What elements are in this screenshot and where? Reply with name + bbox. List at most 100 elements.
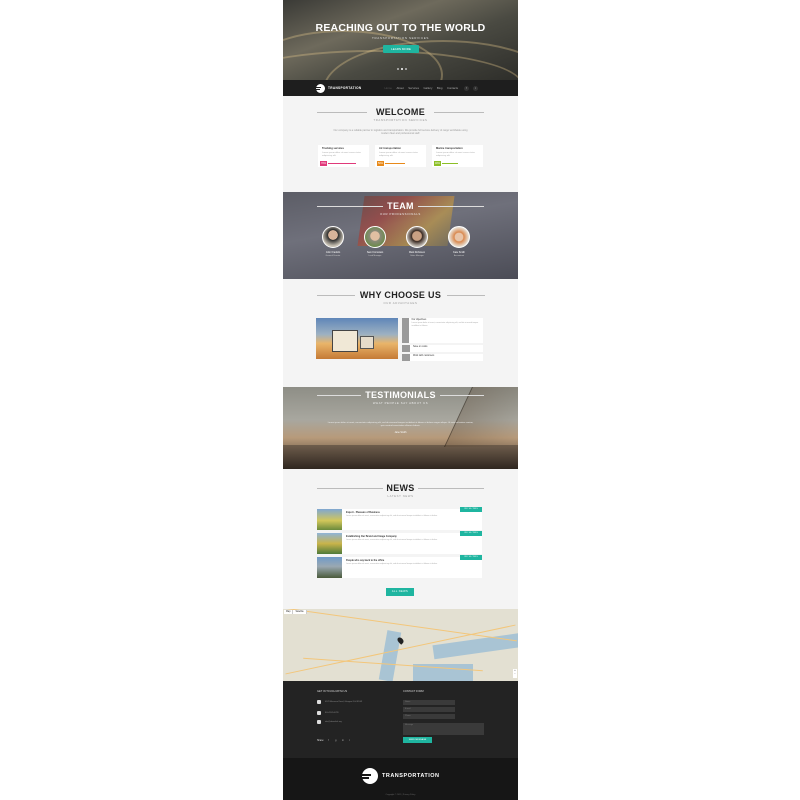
footer-logo[interactable]: TRANSPORTATION	[361, 768, 440, 784]
news-item[interactable]: Establishing Our Brand and Image Company…	[317, 531, 482, 554]
slider-dot[interactable]	[401, 68, 403, 70]
nav-item-about[interactable]: About	[396, 86, 403, 90]
nav-item-blog[interactable]: Blog	[437, 86, 443, 90]
advantage-item[interactable]: Save on costs	[402, 345, 483, 352]
advantage-label: Save on costs	[413, 346, 428, 348]
team-member[interactable]: John Franklin General Director	[321, 226, 345, 257]
title-divider	[317, 488, 383, 489]
news-item-text: Lorem ipsum dolor sit amet, consectetur …	[346, 563, 438, 565]
title-divider	[434, 112, 484, 113]
mail-icon	[317, 720, 321, 724]
news-thumbnail[interactable]	[317, 509, 342, 530]
news-thumbnail[interactable]	[317, 533, 342, 554]
location-map[interactable]: Map Satellite + −	[283, 609, 518, 681]
address-text: 4578 Marmora Road, Glasgow D04 89GR	[325, 700, 363, 703]
why-choose-us-section: WHY CHOOSE US OUR ADVANTAGES Our objecti…	[283, 279, 518, 387]
advantage-icon	[402, 354, 410, 361]
progress-bar	[328, 162, 356, 164]
google-plus-icon[interactable]: g	[335, 739, 338, 742]
all-news-button[interactable]: ALL NEWS	[386, 588, 414, 596]
card-text: Lorem ipsum dolor sit amet conse ctetur …	[322, 151, 361, 157]
welcome-section: WELCOME TRANSPORTATION SERVICES Our comp…	[283, 96, 518, 192]
welcome-subtitle: TRANSPORTATION SERVICES	[373, 118, 428, 122]
message-field[interactable]: Message	[403, 723, 484, 735]
facebook-icon[interactable]: f	[464, 85, 470, 91]
hero-subtitle: TRANSPORTATION SERVICES	[372, 36, 429, 40]
footer-logo-text: TRANSPORTATION	[382, 773, 440, 779]
service-card: Air transportation Lorem ipsum dolor sit…	[375, 144, 426, 167]
news-item-title[interactable]: Export - Pleasure of Business	[346, 511, 478, 514]
map-type-control: Map Satellite	[284, 610, 307, 614]
card-text: Lorem ipsum dolor sit amet conse ctetur …	[379, 151, 418, 157]
zoom-control[interactable]: + −	[513, 669, 517, 678]
team-member[interactable]: Kate Smith Accountant	[447, 226, 471, 257]
footer: GET IN TOUCH WITH US 4578 Marmora Road, …	[283, 681, 518, 758]
footer-phone: 800-2345-6789	[317, 711, 339, 715]
member-role: Lead Manager	[368, 255, 382, 257]
slider-dot[interactable]	[405, 68, 407, 70]
news-date-badge: 28 / 10 / 2015	[460, 555, 482, 560]
twitter-icon[interactable]: t	[349, 739, 352, 742]
phone-icon	[317, 711, 321, 715]
news-item-title[interactable]: Establishing Our Brand and Image Company	[346, 535, 478, 538]
member-name: Mark Robinson	[408, 251, 426, 254]
team-member[interactable]: Sam Kromstain Lead Manager	[363, 226, 387, 257]
slider-pagination[interactable]	[397, 68, 407, 70]
team-subtitle: OUR PROFESSIONALS	[380, 212, 421, 216]
share-label: Share:	[317, 739, 325, 742]
logo-text[interactable]: TRANSPORTATION	[328, 86, 361, 90]
news-item[interactable]: People who say back to the office Lorem …	[317, 555, 482, 578]
logo-icon	[361, 768, 378, 784]
map-type-map[interactable]: Map	[284, 610, 294, 614]
phone-text[interactable]: 800-2345-6789	[325, 712, 339, 715]
news-subtitle: LATEST NEWS	[387, 494, 414, 498]
logo-icon[interactable]	[315, 83, 325, 93]
hero-title: REACHING OUT TO THE WORLD	[315, 22, 486, 34]
news-section: NEWS LATEST NEWS Export - Pleasure of Bu…	[283, 469, 518, 609]
news-date-badge: 28 / 10 / 2015	[460, 507, 482, 512]
contact-form-heading: CONTACT FORM	[403, 690, 424, 693]
progress-badge: 40%	[434, 160, 441, 166]
slider-dot[interactable]	[397, 68, 399, 70]
advantage-item[interactable]: Our objectives Lorem ipsum dolor sit ame…	[402, 318, 483, 343]
truck-illustration	[332, 330, 358, 352]
testimonial-text: Lorem ipsum dolor sit amet, consectetur …	[327, 422, 474, 427]
card-title: Marine transportation	[436, 146, 463, 150]
nav-item-home[interactable]: Home	[384, 86, 391, 90]
map-water	[432, 632, 518, 660]
phone-field[interactable]: Phone	[403, 714, 455, 719]
truck-image	[316, 318, 398, 359]
nav-item-gallery[interactable]: Gallery	[424, 86, 433, 90]
progress-badge: 70%	[320, 160, 327, 166]
facebook-icon[interactable]: f	[328, 739, 331, 742]
advantage-item[interactable]: Work with customers	[402, 354, 483, 361]
avatar	[322, 226, 344, 248]
card-text: Lorem ipsum dolor sit amet conse ctetur …	[436, 151, 475, 157]
name-field[interactable]: Name	[403, 700, 455, 705]
nav-item-services[interactable]: Services	[408, 86, 419, 90]
news-item[interactable]: Export - Pleasure of Business Lorem ipsu…	[317, 507, 482, 530]
card-title: Trucking services	[322, 146, 344, 150]
hero-slider: REACHING OUT TO THE WORLD TRANSPORTATION…	[283, 0, 518, 80]
footer-email: info@demolink.org	[317, 720, 342, 724]
send-message-button[interactable]: SEND MESSAGE	[403, 737, 432, 743]
nav-social: f t	[464, 85, 479, 91]
twitter-icon[interactable]: t	[473, 85, 479, 91]
welcome-text: Our company is a reliable partner in log…	[333, 129, 468, 136]
nav-item-contacts[interactable]: Contacts	[447, 86, 458, 90]
news-thumbnail[interactable]	[317, 557, 342, 578]
email-field[interactable]: E-mail	[403, 707, 455, 712]
news-date-badge: 28 / 10 / 2015	[460, 531, 482, 536]
advantages-list: Our objectives Lorem ipsum dolor sit ame…	[402, 318, 483, 363]
progress-bar	[442, 162, 458, 164]
news-item-title[interactable]: People who say back to the office	[346, 559, 478, 562]
card-title: Air transportation	[379, 146, 401, 150]
map-type-satellite[interactable]: Satellite	[293, 610, 307, 614]
linkedin-icon[interactable]: in	[342, 739, 345, 742]
learn-more-button[interactable]: LEARN MORE	[383, 45, 419, 53]
service-cards: Trucking services Lorem ipsum dolor sit …	[283, 144, 518, 167]
email-link[interactable]: info@demolink.org	[325, 721, 342, 724]
team-member[interactable]: Mark Robinson Sales Manager	[405, 226, 429, 257]
share-bar: Share: f g in t	[317, 739, 352, 742]
nav-menu: Home About Services Gallery Blog Contact…	[384, 86, 458, 90]
